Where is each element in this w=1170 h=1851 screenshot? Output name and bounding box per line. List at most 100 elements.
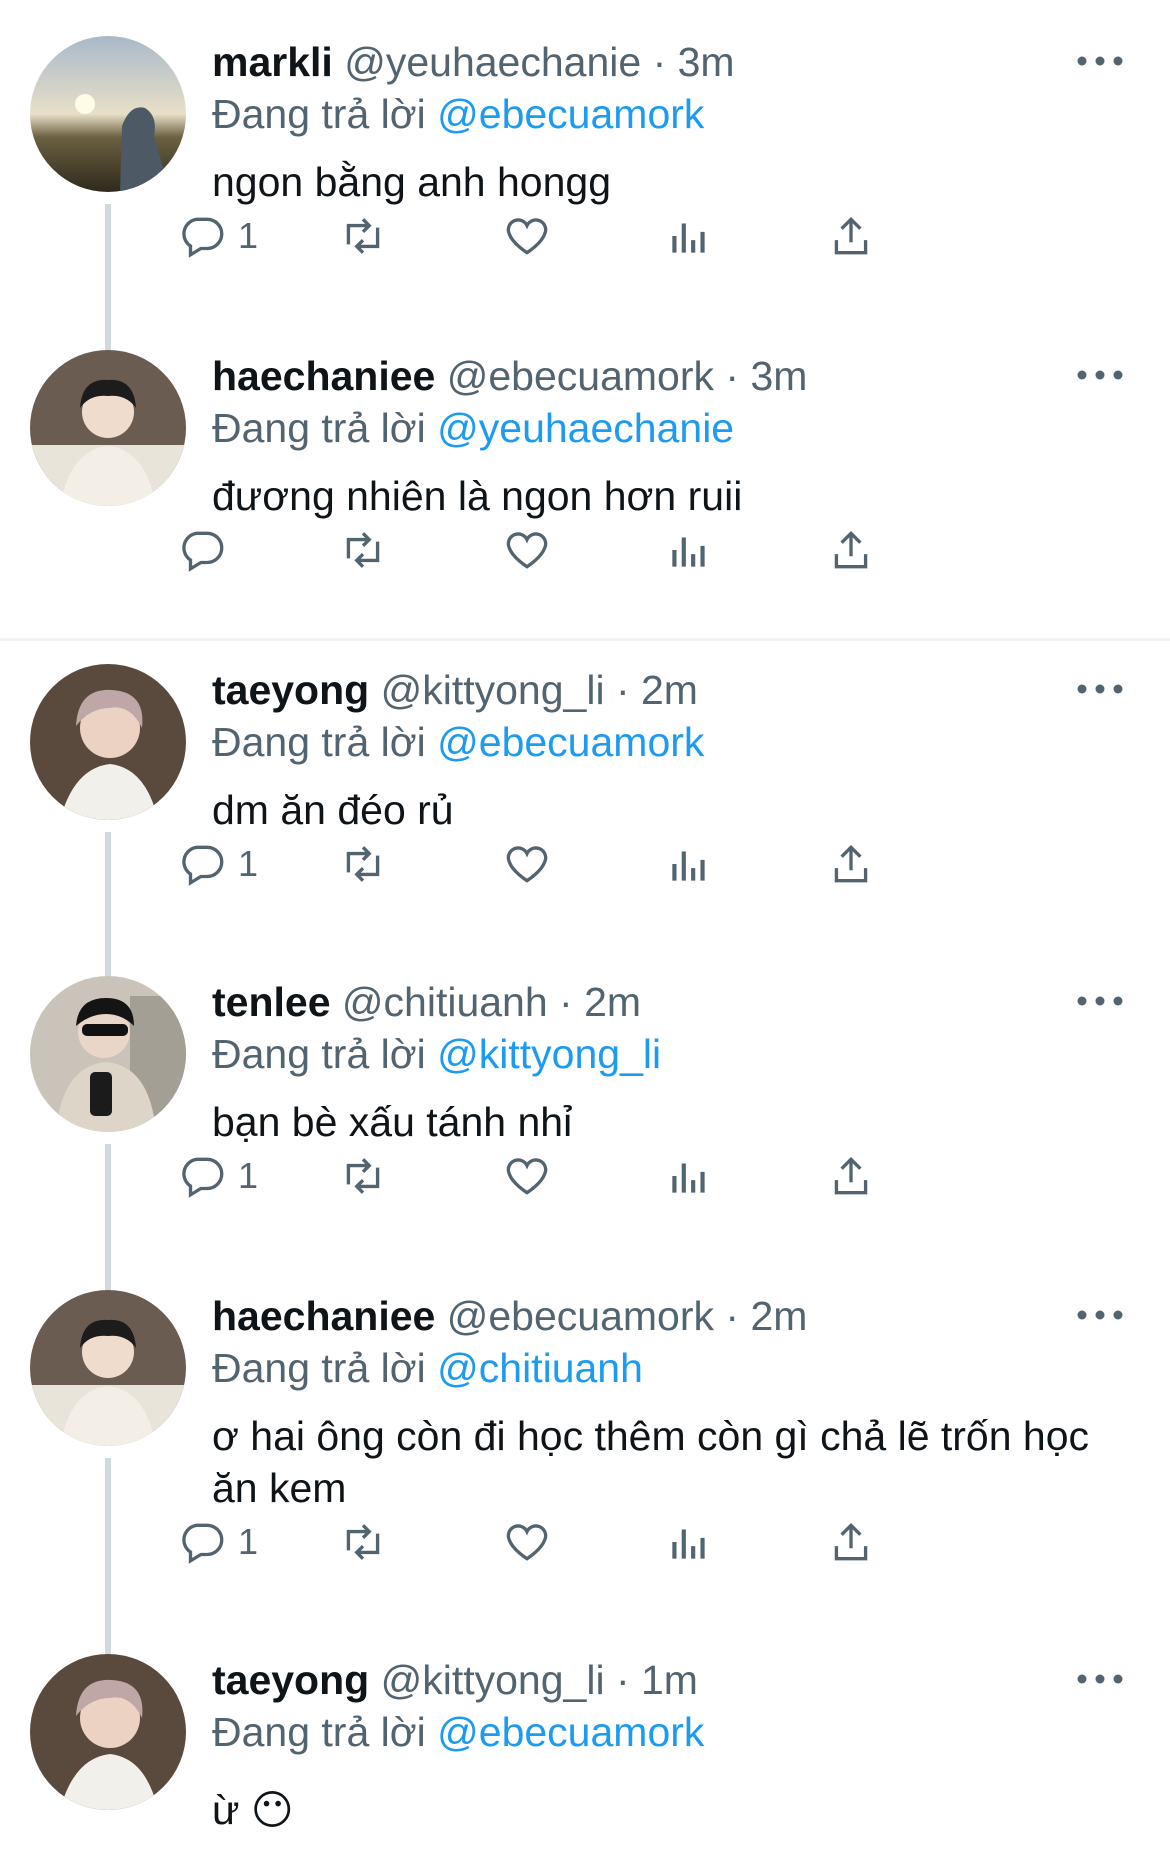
handle[interactable]: @yeuhaechanie	[344, 39, 641, 85]
reply-button[interactable]: 1	[178, 206, 258, 266]
like-button[interactable]	[502, 834, 552, 894]
retweet-button[interactable]	[338, 834, 388, 894]
display-name[interactable]: markli	[212, 39, 333, 85]
tweet-text: đương nhiên là ngon hơn ruii	[212, 473, 743, 519]
like-button[interactable]	[502, 520, 552, 580]
more-icon[interactable]	[1070, 360, 1130, 390]
action-bar: 1	[182, 206, 1132, 266]
more-icon[interactable]	[1070, 1664, 1130, 1694]
reply-mention[interactable]: @yeuhaechanie	[437, 405, 734, 451]
display-name[interactable]: tenlee	[212, 979, 331, 1025]
share-icon	[834, 1522, 868, 1561]
views-button[interactable]	[664, 1146, 714, 1206]
more-icon[interactable]	[1070, 674, 1130, 704]
like-icon	[506, 532, 548, 569]
avatar[interactable]	[30, 1290, 186, 1446]
reply-count: 1	[238, 843, 259, 884]
share-icon	[834, 844, 868, 883]
views-button[interactable]	[664, 1512, 714, 1572]
reply-mention[interactable]: @ebecuamork	[437, 91, 704, 137]
tweet[interactable]: taeyong @kittyong_li · 2m Đang trả lời @…	[0, 664, 1170, 962]
more-icon[interactable]	[1070, 1300, 1130, 1330]
tweet[interactable]: tenlee @chitiuanh · 2m Đang trả lời @kit…	[0, 920, 1170, 1274]
reply-prefix: Đang trả lời	[212, 1345, 426, 1391]
action-bar: 1	[182, 1512, 1132, 1572]
retweet-button[interactable]	[338, 520, 388, 580]
tweet[interactable]: haechaniee @ebecuamork · 2m Đang trả lời…	[0, 1234, 1170, 1654]
views-button[interactable]	[664, 834, 714, 894]
reply-mention[interactable]: @kittyong_li	[437, 1031, 661, 1077]
share-button[interactable]	[826, 834, 876, 894]
tweet-text: ừ 😶	[212, 1787, 294, 1833]
handle[interactable]: @ebecuamork	[447, 353, 714, 399]
share-button[interactable]	[826, 520, 876, 580]
handle[interactable]: @chitiuanh	[342, 979, 548, 1025]
separator: ·	[714, 1293, 751, 1339]
share-button[interactable]	[826, 1146, 876, 1206]
tweet[interactable]: markli @yeuhaechanie · 3m Đang trả lời @…	[0, 36, 1170, 334]
timestamp[interactable]: 2m	[584, 979, 641, 1025]
share-icon	[834, 1156, 868, 1195]
reply-button[interactable]: 1	[178, 1146, 258, 1206]
separator: ·	[714, 353, 751, 399]
more-icon[interactable]	[1070, 986, 1130, 1016]
retweet-button[interactable]	[338, 1146, 388, 1206]
handle[interactable]: @kittyong_li	[381, 1657, 605, 1703]
timestamp[interactable]: 2m	[750, 1293, 807, 1339]
like-button[interactable]	[502, 1512, 552, 1572]
timestamp[interactable]: 2m	[641, 667, 698, 713]
display-name[interactable]: taeyong	[212, 1657, 369, 1703]
reply-button[interactable]: 1	[178, 834, 258, 894]
more-icon[interactable]	[1070, 46, 1130, 76]
tweet-text: bạn bè xấu tánh nhỉ	[212, 1099, 573, 1145]
tweet[interactable]: taeyong @kittyong_li · 1m Đang trả lời @…	[0, 1598, 1170, 1844]
reply-button[interactable]	[178, 520, 238, 580]
avatar[interactable]	[30, 1654, 186, 1810]
retweet-icon	[346, 1158, 380, 1194]
separator: ·	[641, 39, 678, 85]
reply-mention[interactable]: @ebecuamork	[437, 1709, 704, 1755]
display-name[interactable]: haechaniee	[212, 353, 435, 399]
reply-prefix: Đang trả lời	[212, 1031, 426, 1077]
thread-line	[105, 1234, 111, 1290]
display-name[interactable]: taeyong	[212, 667, 369, 713]
action-bar: 1	[182, 834, 1132, 894]
like-button[interactable]	[502, 206, 552, 266]
reply-count: 1	[238, 1155, 259, 1196]
tweet-text: dm ăn đéo rủ	[212, 787, 454, 833]
reply-prefix: Đang trả lời	[212, 1709, 426, 1755]
action-bar: 1	[182, 1146, 1132, 1206]
views-button[interactable]	[664, 206, 714, 266]
thread-divider	[0, 638, 1170, 641]
thread-line	[105, 1598, 111, 1654]
avatar[interactable]	[30, 350, 186, 506]
reply-icon	[182, 217, 224, 258]
timestamp[interactable]: 3m	[750, 353, 807, 399]
display-name[interactable]: haechaniee	[212, 1293, 435, 1339]
share-button[interactable]	[826, 206, 876, 266]
views-button[interactable]	[664, 520, 714, 580]
avatar[interactable]	[30, 36, 186, 192]
views-icon	[672, 851, 705, 881]
retweet-icon	[346, 846, 380, 882]
retweet-button[interactable]	[338, 1512, 388, 1572]
handle[interactable]: @ebecuamork	[447, 1293, 714, 1339]
timestamp[interactable]: 3m	[678, 39, 735, 85]
avatar[interactable]	[30, 976, 186, 1132]
like-icon	[506, 846, 548, 883]
like-icon	[506, 1158, 548, 1195]
reply-icon	[182, 531, 224, 572]
action-bar	[182, 520, 1132, 580]
tweet[interactable]: haechaniee @ebecuamork · 3m Đang trả lời…	[0, 294, 1170, 610]
reply-prefix: Đang trả lời	[212, 719, 426, 765]
reply-mention[interactable]: @ebecuamork	[437, 719, 704, 765]
timestamp[interactable]: 1m	[641, 1657, 698, 1703]
share-button[interactable]	[826, 1512, 876, 1572]
avatar[interactable]	[30, 664, 186, 820]
retweet-icon	[346, 218, 380, 254]
like-button[interactable]	[502, 1146, 552, 1206]
retweet-button[interactable]	[338, 206, 388, 266]
reply-mention[interactable]: @chitiuanh	[437, 1345, 643, 1391]
reply-button[interactable]: 1	[178, 1512, 258, 1572]
handle[interactable]: @kittyong_li	[381, 667, 605, 713]
